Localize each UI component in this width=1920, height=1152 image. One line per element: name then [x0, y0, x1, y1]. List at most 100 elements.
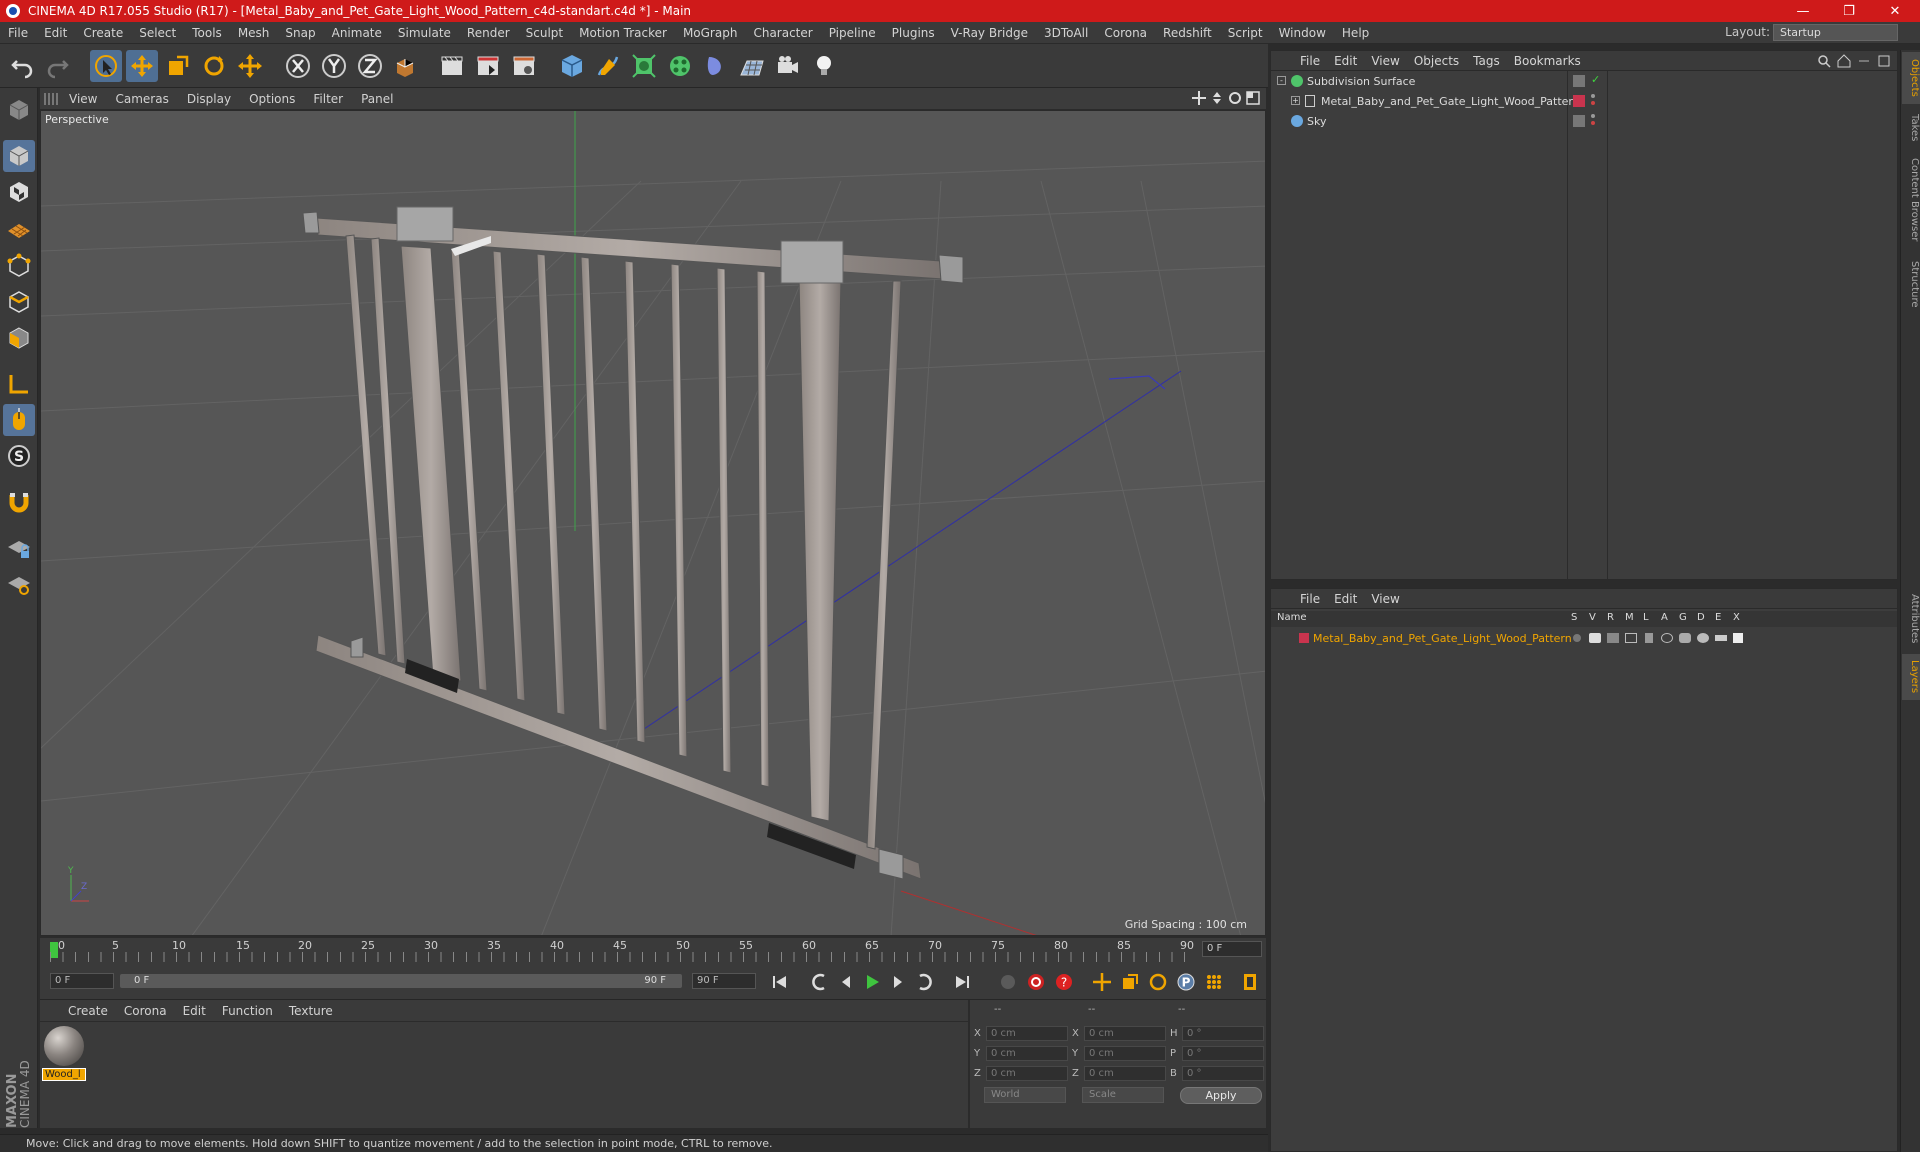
key-parameter-button[interactable]: P — [1174, 970, 1198, 994]
object-menu-view[interactable]: View — [1364, 54, 1406, 68]
menu-redshift[interactable]: Redshift — [1155, 26, 1220, 40]
menu-sculpt[interactable]: Sculpt — [518, 26, 571, 40]
column-l[interactable]: L — [1643, 612, 1649, 623]
render-settings-button[interactable] — [508, 50, 540, 82]
play-button[interactable] — [860, 970, 884, 994]
snap-button[interactable] — [3, 486, 35, 518]
column-a[interactable]: A — [1661, 612, 1668, 623]
object-row-subdivision[interactable]: - Subdivision Surface ✓ — [1273, 72, 1893, 91]
generator-icon[interactable] — [1679, 633, 1691, 643]
dolly-icon[interactable] — [1210, 91, 1224, 105]
menu-3dtoall[interactable]: 3DToAll — [1036, 26, 1096, 40]
menu-pipeline[interactable]: Pipeline — [821, 26, 884, 40]
lock-workplane-button[interactable] — [3, 532, 35, 564]
cloner-button[interactable] — [664, 50, 696, 82]
start-frame-field[interactable]: 0 F — [50, 973, 114, 989]
expression-icon[interactable] — [1715, 635, 1727, 641]
column-g[interactable]: G — [1679, 612, 1687, 623]
light-button[interactable] — [808, 50, 840, 82]
render-dot-icon[interactable] — [1591, 101, 1595, 105]
cube-object-button[interactable] — [556, 50, 588, 82]
solo-dot-icon[interactable] — [1573, 634, 1581, 642]
material-menu-function[interactable]: Function — [214, 1004, 281, 1018]
y-axis-lock[interactable] — [318, 50, 350, 82]
enabled-check-icon[interactable]: ✓ — [1591, 73, 1600, 86]
menu-edit[interactable]: Edit — [36, 26, 75, 40]
object-menu-bookmarks[interactable]: Bookmarks — [1507, 54, 1588, 68]
tab-structure[interactable]: Structure — [1902, 254, 1920, 314]
visibility-dot-icon[interactable] — [1591, 114, 1595, 118]
xref-icon[interactable] — [1733, 633, 1743, 643]
menu-snap[interactable]: Snap — [277, 26, 323, 40]
viewport-menu-panel[interactable]: Panel — [352, 92, 402, 106]
animation-icon[interactable] — [1661, 633, 1673, 643]
viewport-menu-cameras[interactable]: Cameras — [106, 92, 177, 106]
next-frame-button[interactable] — [886, 970, 910, 994]
key-pla-button[interactable] — [1202, 970, 1226, 994]
menu-create[interactable]: Create — [75, 26, 131, 40]
material-menu-create[interactable]: Create — [60, 1004, 116, 1018]
new-window-icon[interactable] — [1877, 54, 1891, 68]
timeline-button[interactable] — [1238, 970, 1262, 994]
render-clapper-icon[interactable] — [1607, 633, 1619, 643]
key-position-button[interactable] — [1090, 970, 1114, 994]
tweak-mode-button[interactable] — [3, 404, 35, 436]
column-s[interactable]: S — [1571, 612, 1577, 623]
z-axis-lock[interactable] — [354, 50, 386, 82]
position-x-field[interactable]: 0 cm — [986, 1026, 1068, 1041]
transform-tool[interactable] — [234, 50, 266, 82]
material-menu-edit[interactable]: Edit — [175, 1004, 214, 1018]
solo-button[interactable]: S — [3, 440, 35, 472]
size-mode-dropdown[interactable]: Scale — [1082, 1087, 1164, 1103]
frame-range-slider[interactable]: 0 F 90 F — [120, 974, 682, 988]
object-menu-tags[interactable]: Tags — [1466, 54, 1507, 68]
menu-character[interactable]: Character — [745, 26, 820, 40]
layer-row[interactable]: Metal_Baby_and_Pet_Gate_Light_Wood_Patte… — [1273, 629, 1893, 648]
position-y-field[interactable]: 0 cm — [986, 1046, 1068, 1061]
deformer-layer-icon[interactable] — [1697, 633, 1709, 643]
edges-mode-button[interactable] — [3, 286, 35, 318]
home-icon[interactable] — [1837, 54, 1851, 68]
object-menu-file[interactable]: File — [1293, 54, 1327, 68]
menu-script[interactable]: Script — [1220, 26, 1271, 40]
menu-simulate[interactable]: Simulate — [390, 26, 459, 40]
rotation-p-field[interactable]: 0 ° — [1182, 1046, 1264, 1061]
tab-content-browser[interactable]: Content Browser — [1902, 150, 1920, 250]
go-to-start-button[interactable] — [768, 970, 792, 994]
size-z-field[interactable]: 0 cm — [1084, 1066, 1166, 1081]
column-x[interactable]: X — [1733, 612, 1740, 623]
collapse-toggle-icon[interactable]: - — [1277, 76, 1286, 85]
tab-takes[interactable]: Takes — [1902, 108, 1920, 148]
object-menu-objects[interactable]: Objects — [1407, 54, 1466, 68]
timeline-ruler[interactable]: 0 5 10 15 20 25 30 35 40 45 50 55 60 65 … — [40, 938, 1266, 962]
column-v[interactable]: V — [1589, 612, 1596, 623]
perspective-viewport[interactable]: Y Z Perspective Grid Spacing : 100 cm — [40, 110, 1266, 936]
close-button[interactable]: ✕ — [1872, 0, 1918, 22]
position-z-field[interactable]: 0 cm — [986, 1066, 1068, 1081]
x-axis-lock[interactable] — [282, 50, 314, 82]
search-icon[interactable] — [1817, 54, 1831, 68]
key-rotation-button[interactable] — [1146, 970, 1170, 994]
coordinate-mode-dropdown[interactable]: World — [984, 1087, 1066, 1103]
menu-tools[interactable]: Tools — [184, 26, 230, 40]
subdivision-button[interactable] — [628, 50, 660, 82]
move-tool[interactable] — [126, 50, 158, 82]
points-mode-button[interactable] — [3, 250, 35, 282]
pen-spline-button[interactable] — [592, 50, 624, 82]
menu-plugins[interactable]: Plugins — [884, 26, 943, 40]
column-r[interactable]: R — [1607, 612, 1614, 623]
autokey-off-button[interactable] — [996, 970, 1020, 994]
render-to-picture-viewer-button[interactable] — [472, 50, 504, 82]
pan-icon[interactable] — [1192, 91, 1206, 105]
camera-button[interactable] — [772, 50, 804, 82]
coordinate-system-button[interactable] — [390, 50, 422, 82]
layer-menu-edit[interactable]: Edit — [1327, 592, 1364, 606]
go-to-end-button[interactable] — [950, 970, 974, 994]
render-dot-icon[interactable] — [1591, 121, 1595, 125]
menu-help[interactable]: Help — [1334, 26, 1377, 40]
rotation-b-field[interactable]: 0 ° — [1182, 1066, 1264, 1081]
column-d[interactable]: D — [1697, 612, 1705, 623]
autokey-button[interactable]: ? — [1052, 970, 1076, 994]
record-button[interactable] — [1024, 970, 1048, 994]
visibility-dot-icon[interactable] — [1591, 94, 1595, 98]
